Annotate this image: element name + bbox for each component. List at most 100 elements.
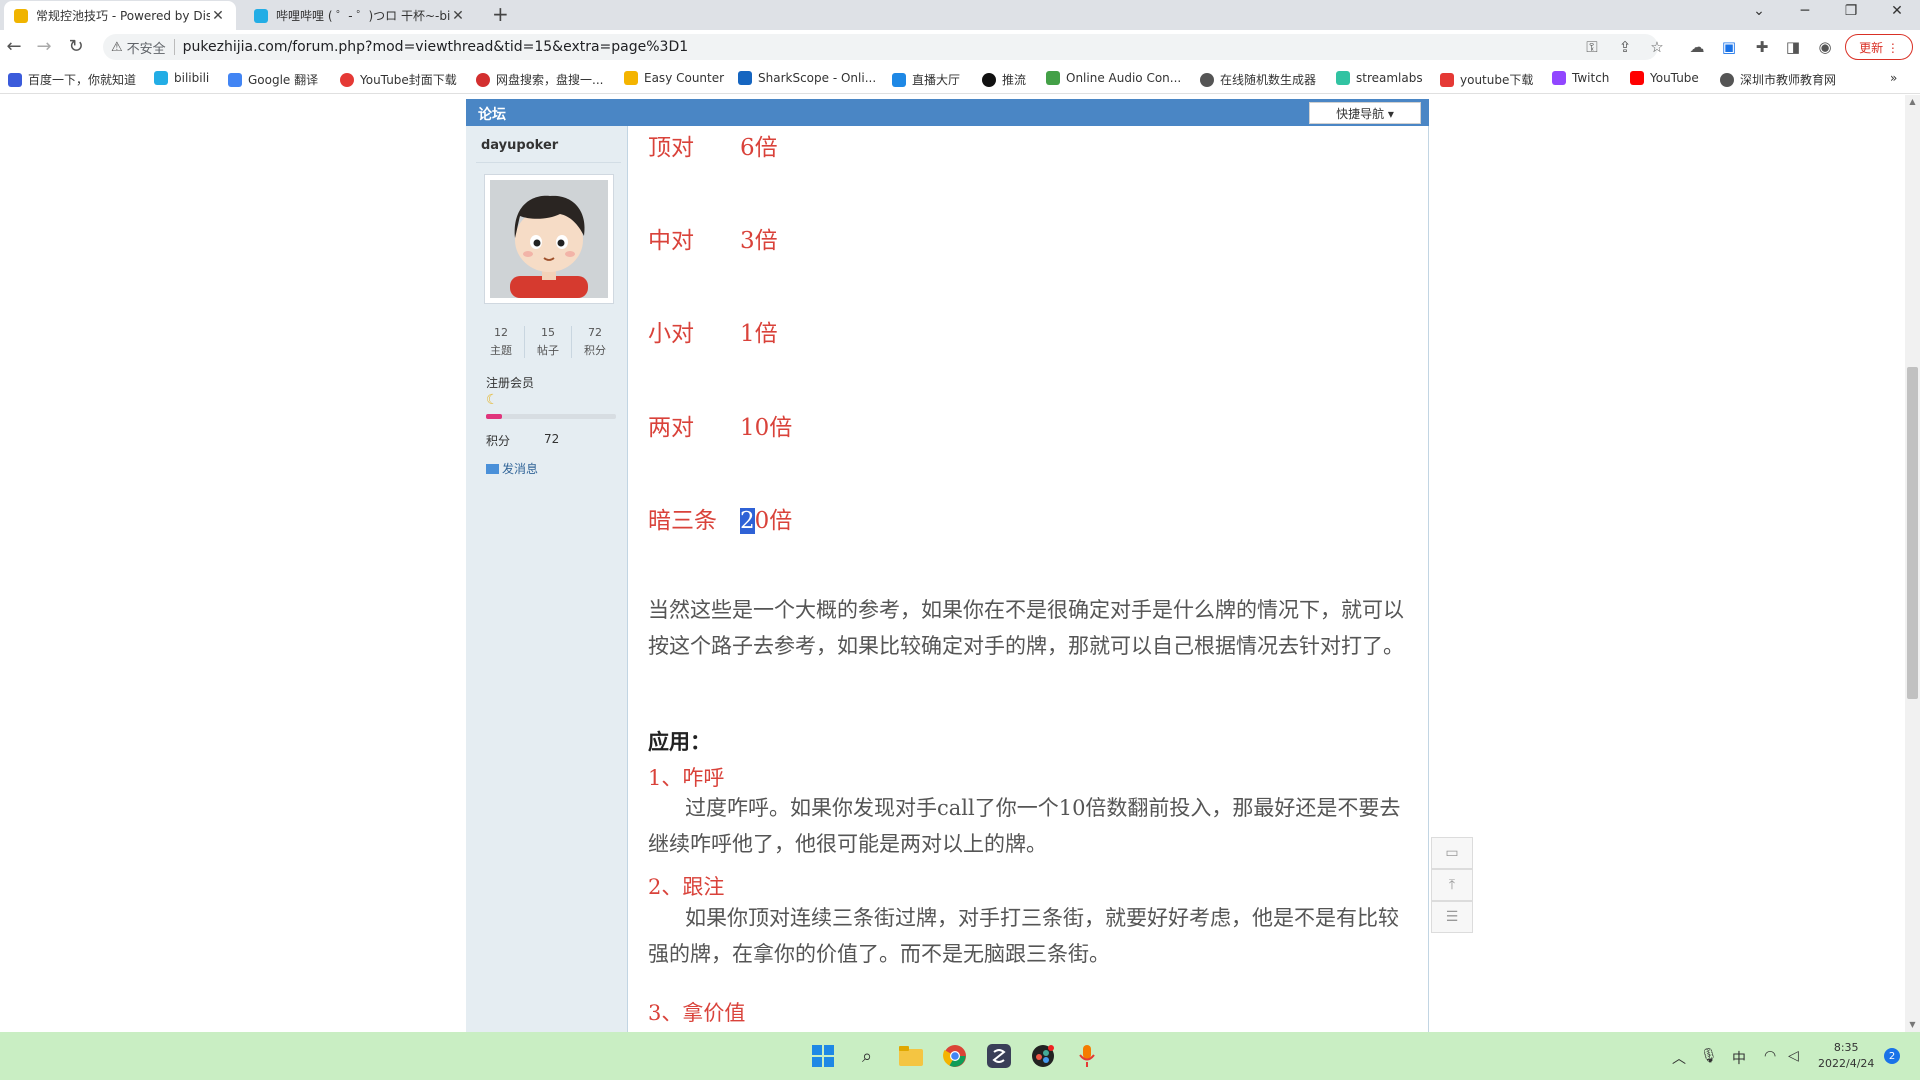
microphone-app-icon[interactable] — [1072, 1041, 1102, 1071]
bookmark-label: streamlabs — [1356, 71, 1423, 85]
stat-number: 15 — [541, 326, 555, 339]
avatar[interactable] — [484, 174, 614, 304]
bookmark-bilibili[interactable]: bilibili — [154, 71, 209, 85]
microphone-icon[interactable]: 🎙 — [1700, 1048, 1718, 1064]
send-message-label: 发消息 — [502, 462, 539, 476]
stat-points[interactable]: 72 积分 — [572, 326, 618, 358]
multiplier-value: 6倍 — [740, 135, 778, 161]
forum-header-bar: 论坛 快捷导航 ▾ — [466, 99, 1429, 126]
wifi-icon[interactable]: ◠ — [1764, 1048, 1776, 1064]
url-text[interactable]: pukezhijia.com/forum.php?mod=viewthread&… — [183, 39, 688, 55]
bookmark-audio-converter[interactable]: Online Audio Con... — [1046, 71, 1181, 85]
bookmarks-overflow-icon[interactable]: » — [1890, 71, 1897, 85]
bookmark-google-translate[interactable]: Google 翻译 — [228, 71, 318, 88]
tab-bilibili[interactable]: 哔哩哔哩 ( ゜- ゜)つロ 干杯~-bili ✕ — [244, 1, 476, 30]
tab-active[interactable]: 常规控池技巧 - Powered by Dis ✕ — [4, 1, 236, 30]
side-panel-icon[interactable]: ◨ — [1782, 38, 1804, 56]
bookmark-label: YouTube — [1650, 71, 1699, 85]
tab-close-icon[interactable]: ✕ — [450, 8, 466, 24]
close-window-button[interactable]: ✕ — [1874, 0, 1920, 30]
item-title: 2、跟注 — [648, 875, 725, 899]
multiplier-value: 1倍 — [740, 321, 778, 347]
tray-chevron-icon[interactable]: ︿ — [1672, 1048, 1686, 1068]
minimize-button[interactable]: ─ — [1782, 0, 1828, 30]
hand-label: 顶对 — [648, 135, 694, 161]
bookmark-sharkscope[interactable]: SharkScope - Onli... — [738, 71, 876, 85]
scroll-down-arrow-icon[interactable]: ▼ — [1905, 1018, 1920, 1032]
bilibili-favicon-icon — [254, 8, 268, 23]
chrome-icon[interactable] — [940, 1041, 970, 1071]
bookmark-youtube-download[interactable]: youtube下载 — [1440, 71, 1533, 88]
comment-icon[interactable]: ▭ — [1431, 837, 1473, 869]
item-body: 如果你顶对连续三条街过牌，对手打三条街，就要好好考虑，他是不是有比较强的牌，在拿… — [648, 906, 1399, 966]
cloud-extension-icon[interactable]: ☁ — [1686, 38, 1708, 56]
extensions-puzzle-icon[interactable]: ✚ — [1751, 38, 1773, 56]
file-explorer-icon[interactable] — [896, 1041, 926, 1071]
ime-indicator[interactable]: 中 — [1732, 1048, 1746, 1068]
level-progress-fill — [486, 414, 502, 419]
youtube-download-icon — [1440, 72, 1454, 87]
new-extension-icon[interactable]: ▣ — [1718, 38, 1740, 56]
bookmark-twitch[interactable]: Twitch — [1552, 71, 1609, 85]
volume-icon[interactable]: ◁ — [1788, 1048, 1799, 1064]
notification-badge[interactable]: 2 — [1884, 1048, 1900, 1064]
bookmark-shenzhen-teacher[interactable]: 深圳市教师教育网 — [1720, 71, 1836, 88]
live-hall-icon — [892, 72, 906, 87]
search-icon — [476, 72, 490, 87]
bookmark-youtube-cover[interactable]: YouTube封面下载 — [340, 71, 457, 88]
bookmark-easy-counter[interactable]: Easy Counter — [624, 71, 724, 85]
stat-label: 主题 — [490, 344, 512, 357]
page-scrollbar[interactable]: ▲ ▼ — [1905, 95, 1920, 1032]
sidebar-divider — [476, 162, 621, 163]
bookmark-label: 网盘搜索，盘搜一... — [496, 73, 604, 87]
key-icon[interactable]: ⚿ — [1581, 38, 1603, 56]
star-icon[interactable]: ☆ — [1646, 38, 1668, 56]
tab-search-icon[interactable]: ⌄ — [1736, 0, 1782, 30]
address-bar[interactable]: ⚠ 不安全 pukezhijia.com/forum.php?mod=viewt… — [103, 34, 1658, 60]
restore-button[interactable]: ❐ — [1828, 0, 1874, 30]
bookmark-pan-search[interactable]: 网盘搜索，盘搜一... — [476, 71, 603, 88]
points-value: 72 — [544, 432, 560, 446]
bookmark-live-hall[interactable]: 直播大厅 — [892, 71, 960, 88]
bookmark-random-number[interactable]: 在线随机数生成器 — [1200, 71, 1316, 88]
item-body: 过度咋呼。如果你发现对手call了你一个10倍数翻前投入，那最好还是不要去继续咋… — [648, 796, 1401, 856]
stat-threads[interactable]: 12 主题 — [478, 326, 525, 358]
davinci-icon[interactable] — [1028, 1041, 1058, 1071]
update-button[interactable]: 更新 ⋮ — [1845, 34, 1913, 60]
google-translate-icon — [228, 72, 242, 87]
start-menu-icon[interactable] — [808, 1041, 838, 1071]
user-group[interactable]: 注册会员 — [486, 374, 534, 391]
forum-title-link[interactable]: 论坛 — [478, 104, 506, 124]
share-icon[interactable]: ⇪ — [1614, 38, 1636, 56]
new-tab-button[interactable]: + — [492, 2, 509, 26]
bookmark-stream-push[interactable]: 推流 — [982, 71, 1026, 88]
forward-button[interactable]: → — [32, 36, 56, 58]
bilibili-icon — [154, 71, 168, 85]
scroll-up-arrow-icon[interactable]: ▲ — [1905, 95, 1920, 109]
system-clock[interactable]: 8:35 2022/4/24 — [1818, 1040, 1874, 1072]
profile-icon[interactable]: ◉ — [1814, 38, 1836, 56]
bookmark-youtube[interactable]: YouTube — [1630, 71, 1699, 85]
back-to-top-icon[interactable]: ⤒ — [1431, 869, 1473, 901]
level-progress-bar — [486, 414, 616, 419]
stat-posts[interactable]: 15 帖子 — [525, 326, 572, 358]
globe-icon — [1200, 72, 1214, 87]
scroll-thumb[interactable] — [1907, 367, 1918, 699]
quick-nav-button[interactable]: 快捷导航 ▾ — [1309, 102, 1421, 124]
security-label[interactable]: 不安全 — [127, 38, 166, 57]
list-icon[interactable]: ☰ — [1431, 901, 1473, 933]
back-button[interactable]: ← — [2, 36, 26, 58]
bookmark-baidu[interactable]: 百度一下，你就知道 — [8, 71, 136, 88]
search-icon[interactable]: ⌕ — [852, 1041, 882, 1071]
bookmark-label: SharkScope - Onli... — [758, 71, 877, 85]
bookmark-streamlabs[interactable]: streamlabs — [1336, 71, 1423, 85]
tab-close-icon[interactable]: ✕ — [210, 8, 226, 24]
avatar-image — [490, 180, 608, 298]
reload-button[interactable]: ↻ — [64, 36, 88, 58]
web-page: 论坛 快捷导航 ▾ dayupoker 12 主题 15 帖子 72 积分 注册… — [0, 95, 1905, 1032]
send-message-link[interactable]: 发消息 — [486, 460, 538, 477]
warning-icon[interactable]: ⚠ — [111, 40, 123, 55]
bookmark-label: Twitch — [1572, 71, 1610, 85]
author-username[interactable]: dayupoker — [481, 138, 558, 153]
app-icon[interactable] — [984, 1041, 1014, 1071]
